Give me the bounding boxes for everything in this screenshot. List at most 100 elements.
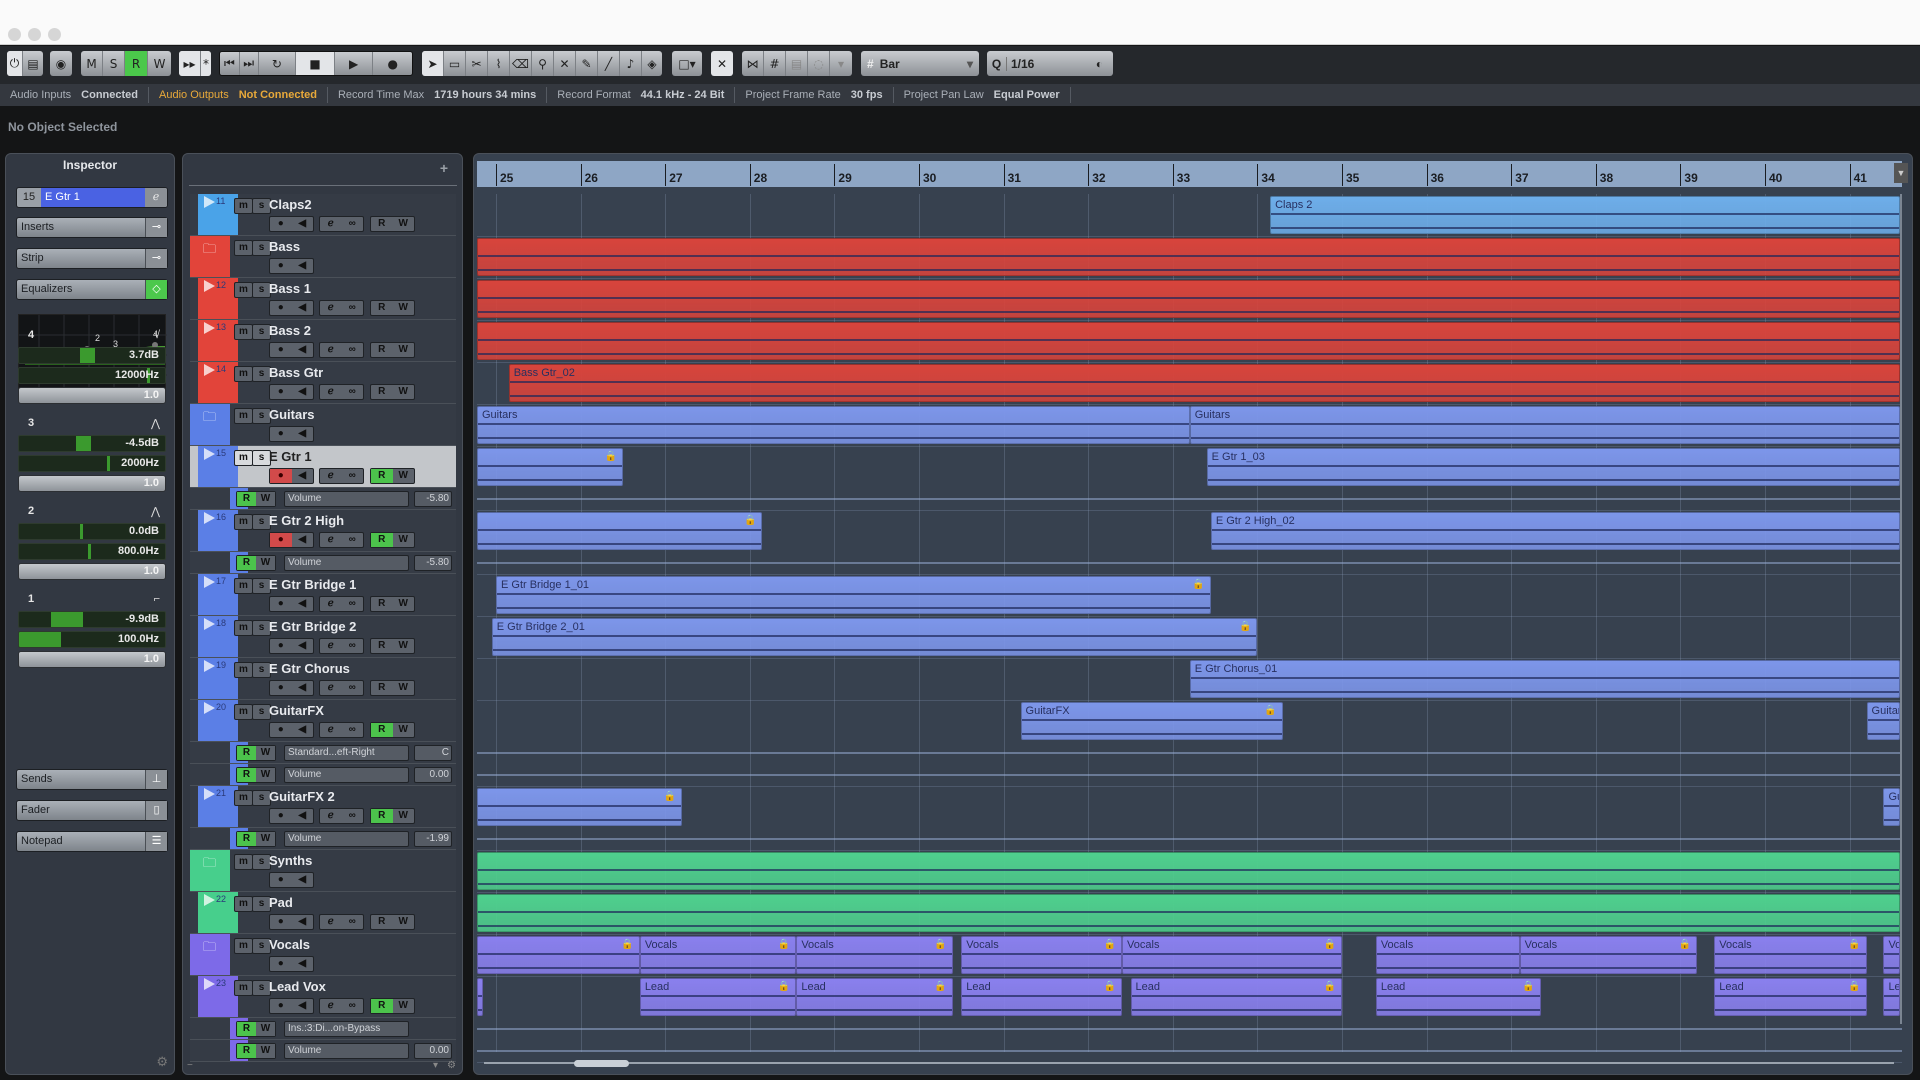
track-row[interactable]: 15 m s E Gtr 1 ● ◀ ℯ ∞ R W [190, 446, 456, 488]
link-button[interactable]: ∞ [342, 385, 364, 399]
fader-icon[interactable]: ▯ [145, 801, 167, 820]
monitor-button[interactable]: ◀ [292, 385, 314, 399]
event-clip[interactable] [477, 852, 1901, 890]
snap-magnetic-button[interactable]: ◌ [808, 51, 830, 76]
snap-on-off-button[interactable]: # [764, 51, 786, 76]
track-name-field[interactable]: E Gtr 1 [41, 188, 147, 207]
write-automation-button[interactable]: W [256, 556, 275, 570]
event-clip[interactable]: 🔒 [477, 512, 763, 550]
link-button[interactable]: ∞ [342, 723, 364, 737]
color-tool[interactable]: ◈ [642, 51, 662, 76]
read-automation-button[interactable]: R [371, 217, 393, 231]
record-enable-button[interactable]: ● [270, 385, 292, 399]
play-tool[interactable]: ♪ [620, 51, 642, 76]
monitor-button[interactable]: ◀ [292, 427, 314, 441]
link-button[interactable]: ∞ [342, 217, 364, 231]
read-automation-button[interactable]: R [237, 556, 256, 570]
write-automation-button[interactable]: W [256, 1044, 275, 1058]
snap-zero-crossing-button[interactable]: ⋈ [742, 51, 764, 76]
track-row[interactable]: 13 m s Bass 2 ● ◀ ℯ ∞ R W [190, 320, 456, 362]
event-clip[interactable]: Claps 2 [1270, 196, 1901, 234]
mute-button[interactable]: m [234, 514, 253, 530]
event-clip[interactable]: E Gtr Bridge 1_01 🔒 [496, 576, 1211, 614]
pan-law-value[interactable]: Equal Power [994, 89, 1070, 101]
mute-button[interactable]: m [234, 366, 253, 382]
automation-lane-row[interactable]: R W Volume -1.99 [190, 828, 456, 850]
automation-value[interactable]: -5.80 [414, 491, 452, 507]
monitor-button[interactable]: ◀ [292, 533, 314, 547]
eq-q-slider[interactable]: 1.0 [18, 651, 166, 668]
record-time-value[interactable]: 1719 hours 34 mins [434, 89, 546, 101]
write-automation-button[interactable]: W [393, 999, 415, 1013]
solo-all-button[interactable]: S [103, 51, 125, 76]
mute-all-button[interactable]: M [81, 51, 103, 76]
write-automation-button[interactable]: W [393, 533, 415, 547]
mute-button[interactable]: m [234, 896, 253, 912]
event-clip[interactable]: Lead 🔒 [1375, 978, 1541, 1016]
link-button[interactable]: ∞ [342, 809, 364, 823]
track-name[interactable]: E Gtr Chorus [269, 661, 350, 676]
read-automation-button[interactable]: R [371, 639, 393, 653]
zoom-window-button[interactable] [48, 28, 61, 41]
event-clip[interactable]: 🔒 [477, 978, 484, 1016]
bypass-icon[interactable]: ⊸ [145, 249, 167, 268]
track-row[interactable]: 17 m s E Gtr Bridge 1 ● ◀ ℯ ∞ R W [190, 574, 456, 616]
read-all-button[interactable]: R [125, 51, 148, 76]
object-selection-tool[interactable]: ➤ [422, 51, 444, 76]
link-button[interactable]: ∞ [342, 681, 364, 695]
erase-tool[interactable]: ⌫ [510, 51, 532, 76]
activate-project-button[interactable]: ⏻ [7, 51, 23, 76]
mute-button[interactable]: m [234, 854, 253, 870]
read-automation-button[interactable]: R [371, 533, 393, 547]
eq-q-slider[interactable]: 1.0 [18, 563, 166, 580]
track-name[interactable]: Lead Vox [269, 979, 326, 994]
sends-icon[interactable]: ⊥ [145, 770, 167, 789]
split-tool[interactable]: ✂ [466, 51, 488, 76]
read-automation-button[interactable]: R [371, 343, 393, 357]
event-clip[interactable]: Vocals [1375, 936, 1520, 974]
monitor-button[interactable]: ◀ [292, 873, 314, 887]
record-enable-button[interactable]: ● [270, 597, 292, 611]
expand-triangle-icon[interactable] [204, 364, 215, 376]
monitor-button[interactable]: ◀ [292, 915, 314, 929]
event-clip[interactable]: 🔒 [477, 936, 640, 974]
cycle-button[interactable]: ↻ [259, 52, 297, 75]
write-automation-button[interactable]: W [393, 597, 415, 611]
eq-q-slider[interactable]: 1.0 [18, 387, 166, 404]
event-clip[interactable]: Vocals 🔒 [796, 936, 953, 974]
link-button[interactable]: ∞ [342, 639, 364, 653]
audio-outputs-value[interactable]: Not Connected [239, 89, 327, 101]
track-name[interactable]: Synths [269, 853, 312, 868]
record-enable-button[interactable]: ● [270, 681, 292, 695]
track-row[interactable]: 21 m s GuitarFX 2 ● ◀ ℯ ∞ R W [190, 786, 456, 828]
link-button[interactable]: ∞ [342, 533, 364, 547]
record-enable-button[interactable]: ● [270, 809, 292, 823]
track-row[interactable]: 16 m s E Gtr 2 High ● ◀ ℯ ∞ R W [190, 510, 456, 552]
chevron-down-icon[interactable]: ▾ [433, 1060, 438, 1071]
read-automation-button[interactable]: R [371, 999, 393, 1013]
event-clip[interactable]: Guitars [1189, 406, 1901, 444]
color-menu-button[interactable]: □▾ [672, 51, 702, 76]
sends-section[interactable]: Sends ⊥ [16, 769, 168, 790]
event-clip[interactable]: 🔒 [477, 448, 623, 486]
mute-button[interactable]: m [234, 938, 253, 954]
expand-triangle-icon[interactable] [204, 978, 215, 990]
track-row[interactable]: 18 m s E Gtr Bridge 2 ● ◀ ℯ ∞ R W [190, 616, 456, 658]
mute-button[interactable]: m [234, 282, 253, 298]
event-clip[interactable] [477, 280, 1901, 318]
mute-button[interactable]: m [234, 704, 253, 720]
mute-button[interactable]: m [234, 790, 253, 806]
track-row[interactable]: 14 m s Bass Gtr ● ◀ ℯ ∞ R W [190, 362, 456, 404]
edit-channel-button[interactable]: ℯ [320, 385, 342, 399]
automation-lane-row[interactable]: R W Volume -5.80 [190, 488, 456, 510]
read-automation-button[interactable]: R [237, 746, 256, 760]
event-clip[interactable]: 🔒 [477, 788, 683, 826]
link-button[interactable]: ∞ [342, 915, 364, 929]
write-automation-button[interactable]: W [393, 385, 415, 399]
edit-channel-button[interactable]: ℯ [320, 469, 342, 483]
eq-gain-slider[interactable]: -9.9dB [18, 611, 166, 628]
track-row[interactable]: 20 m s GuitarFX ● ◀ ℯ ∞ R W [190, 700, 456, 742]
automation-parameter-select[interactable]: Volume [284, 555, 409, 571]
monitor-button[interactable]: ◀ [292, 957, 314, 971]
expand-triangle-icon[interactable] [204, 448, 215, 460]
